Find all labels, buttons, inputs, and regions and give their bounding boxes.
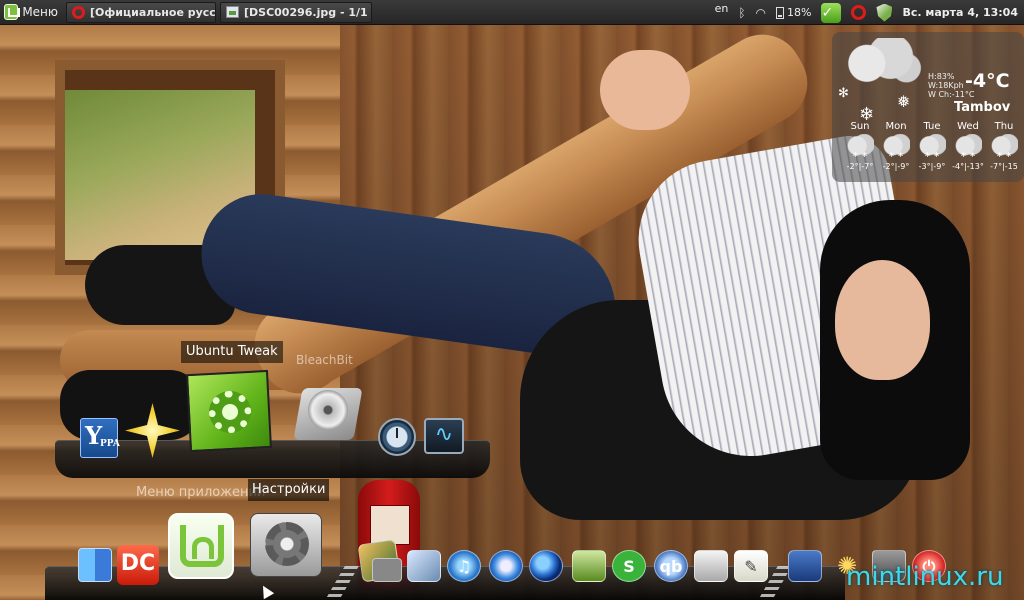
mint-logo-icon xyxy=(4,4,21,20)
time-machine-icon[interactable] xyxy=(378,418,416,456)
bleachbit-hard-drive-icon[interactable] xyxy=(290,380,368,450)
wallpaper-face xyxy=(835,260,930,380)
dock-tooltip-faded: Меню приложений xyxy=(136,485,266,500)
forecast-day: Wed -4°|-13° xyxy=(950,121,986,171)
forecast-temp: -7°|-15 xyxy=(990,162,1018,171)
top-panel: Меню [Официальное русс... [DSC00296.jpg … xyxy=(0,0,1024,25)
dock-tooltip: Настройки xyxy=(248,479,330,501)
forecast-day: Sun -2°|-7° xyxy=(842,121,878,171)
weather-city: Tambov xyxy=(954,100,1011,115)
system-tray: en ᛒ ◠ 18% ✓ Вс. марта 4, 13:04 xyxy=(710,0,1024,25)
current-temperature: -4°C xyxy=(965,70,1010,92)
double-commander-icon[interactable]: DC xyxy=(117,545,159,585)
main-menu-button[interactable]: Меню xyxy=(0,2,62,23)
snow-cloud-icon xyxy=(990,134,1018,160)
app-icon[interactable] xyxy=(572,550,606,582)
wallpaper-hands xyxy=(600,50,690,130)
forecast-temp: -3°|-9° xyxy=(918,162,946,171)
site-watermark: mintlinux.ru xyxy=(846,562,1004,592)
skype-icon[interactable]: S xyxy=(612,550,646,582)
forecast-row: Sun -2°|-7° Mon -2°|-9° Tue -3°|-9° Wed … xyxy=(842,121,1024,171)
y-ppa-subtext: PPA xyxy=(100,439,120,449)
snow-cloud-icon xyxy=(882,134,910,160)
google-earth-icon[interactable] xyxy=(529,550,563,582)
forecast-temp: -4°|-13° xyxy=(952,162,984,171)
taskbar-item-opera[interactable]: [Официальное русс... xyxy=(66,1,216,23)
forecast-day: Thu -7°|-15 xyxy=(986,121,1022,171)
wallpaper-extinguisher-label xyxy=(370,505,410,545)
forecast-day: Mon -2°|-9° xyxy=(878,121,914,171)
forecast-day: Tue -3°|-9° xyxy=(914,121,950,171)
keyboard-layout-indicator[interactable]: en xyxy=(715,2,729,15)
camera-icon[interactable] xyxy=(372,558,402,582)
forecast-temp: -2°|-9° xyxy=(882,162,910,171)
forecast-day-name: Thu xyxy=(994,121,1014,132)
browser-compass-icon[interactable] xyxy=(489,550,523,582)
update-manager-icon[interactable]: ✓ xyxy=(821,2,842,23)
y-ppa-manager-icon[interactable]: Y PPA xyxy=(80,418,120,458)
forecast-day-name: Mon xyxy=(885,121,907,132)
snow-cloud-icon xyxy=(954,134,982,160)
snowflake-icon: ❅ xyxy=(897,92,911,111)
music-player-icon[interactable]: ♫ xyxy=(447,550,481,582)
main-menu-label: Меню xyxy=(22,5,58,19)
dock-tooltip: Ubuntu Tweak xyxy=(181,341,283,363)
qbittorrent-icon[interactable]: qb xyxy=(654,550,688,582)
dock-tooltip-faded: BleachBit xyxy=(296,353,353,367)
snow-cloud-icon xyxy=(918,134,946,160)
video-player-icon[interactable] xyxy=(788,550,822,582)
snowflake-icon: ✻ xyxy=(838,86,849,101)
forecast-day-name: Wed xyxy=(957,121,979,132)
forecast-day-name: Sun xyxy=(850,121,870,132)
finder-icon[interactable] xyxy=(78,548,112,582)
snow-cloud-icon xyxy=(846,134,874,160)
taskbar-item-image-viewer[interactable]: [DSC00296.jpg - 1/1 -... xyxy=(220,1,372,23)
gear-icon xyxy=(265,522,309,566)
shield-icon[interactable] xyxy=(876,3,893,22)
ubuntu-tweak-icon[interactable] xyxy=(186,369,272,453)
cloud-icon xyxy=(836,38,924,84)
system-monitor-icon[interactable]: ∿ xyxy=(424,418,464,454)
clock[interactable]: Вс. марта 4, 13:04 xyxy=(902,6,1018,19)
settings-icon[interactable] xyxy=(250,513,322,577)
weather-widget[interactable]: ✻ ❄ ❅ H:83% W:18Kph W Ch:-11°C -4°C Tamb… xyxy=(832,32,1024,182)
bluetooth-icon[interactable]: ᛒ xyxy=(738,6,745,20)
cloud-storage-icon[interactable] xyxy=(694,550,728,582)
hard-drive-platter xyxy=(308,390,348,430)
battery-icon xyxy=(776,6,785,19)
mint-logo-shape xyxy=(192,537,214,559)
forecast-temp: -2°|-7° xyxy=(846,162,874,171)
wifi-icon[interactable]: ◠ xyxy=(756,6,766,20)
linux-mint-menu-icon[interactable] xyxy=(168,513,234,579)
taskbar-item-label: [Официальное русс... xyxy=(90,5,216,19)
opera-icon xyxy=(72,5,85,19)
battery-indicator[interactable]: 18% xyxy=(776,6,811,19)
battery-percent: 18% xyxy=(787,6,812,19)
forecast-day-name: Tue xyxy=(923,121,941,132)
taskbar-item-label: [DSC00296.jpg - 1/1 -... xyxy=(244,5,371,19)
image-viewer-icon xyxy=(226,6,239,18)
image-preview-icon[interactable] xyxy=(407,550,441,582)
text-editor-icon[interactable]: ✎ xyxy=(734,550,768,582)
opera-tray-icon[interactable] xyxy=(851,5,867,20)
